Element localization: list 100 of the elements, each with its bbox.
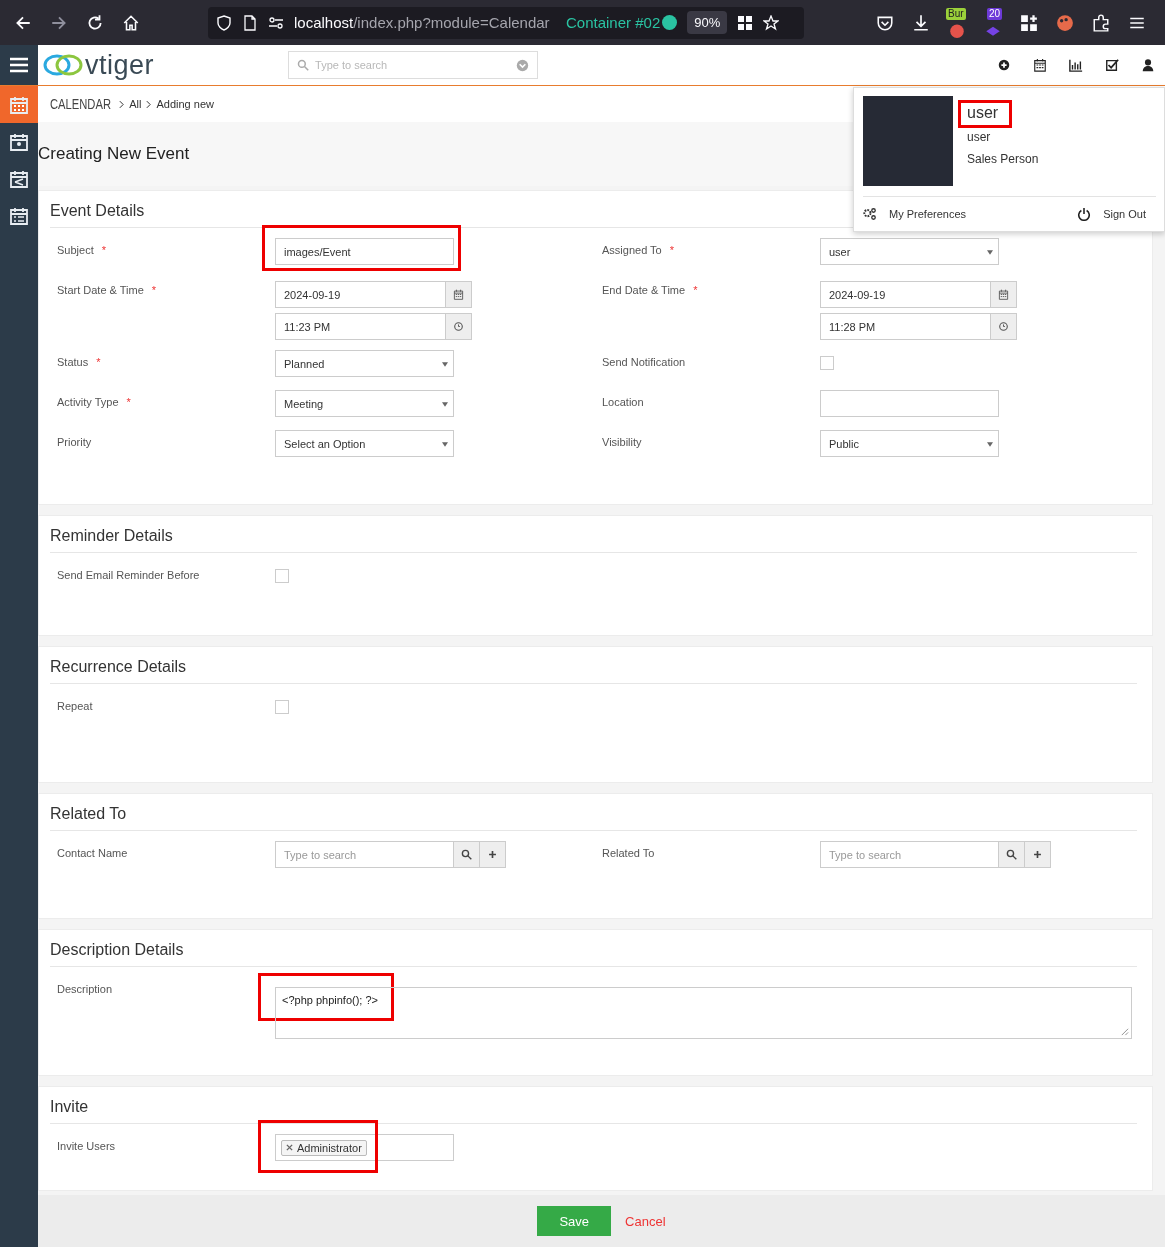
add-icon[interactable] [997, 58, 1011, 72]
calendar-icon [9, 205, 29, 226]
calendar-icon[interactable] [1033, 58, 1047, 72]
download-icon[interactable] [912, 13, 930, 32]
chevron-icon [119, 99, 125, 109]
date-field[interactable]: 2024-09-19 [275, 281, 446, 308]
page-title: Creating New Event [38, 144, 190, 164]
resize-grip-icon[interactable] [1120, 1027, 1129, 1036]
select-field[interactable]: Meeting [275, 390, 454, 417]
required-mark: * [96, 356, 101, 368]
calendar-icon [9, 168, 29, 189]
url-text: localhost/index.php?module=Calendar [294, 14, 551, 31]
preferences-link[interactable]: My Preferences [863, 207, 967, 221]
puzzle-icon[interactable] [1092, 13, 1110, 32]
invite-field[interactable]: Administrator [275, 1134, 454, 1161]
text-field[interactable]: images/Event [275, 238, 454, 265]
select-field[interactable]: user [820, 238, 999, 265]
clock-icon [453, 321, 464, 332]
palette-icon[interactable] [1056, 13, 1074, 32]
clock-button[interactable] [446, 313, 472, 340]
search-icon [297, 59, 310, 71]
menu-icon [9, 57, 29, 73]
breadcrumb-item[interactable]: All [129, 98, 142, 110]
calendar-icon [998, 289, 1009, 300]
section-title: Invite [50, 1087, 1137, 1124]
calendar-icon [9, 94, 29, 115]
search-icon [461, 849, 472, 860]
menu-button[interactable] [0, 45, 38, 85]
extension-badge: Bur [946, 7, 966, 20]
user-icon[interactable] [1141, 58, 1155, 72]
field-label: Location [602, 396, 644, 408]
zoom-button[interactable]: 90% [687, 11, 728, 34]
chevron-icon [146, 99, 152, 109]
required-mark: * [693, 284, 698, 296]
select-field[interactable]: Select an Option [275, 430, 454, 457]
clock-icon [998, 321, 1009, 332]
dropdown-arrow-icon [442, 362, 448, 367]
required-mark: * [126, 396, 131, 408]
time-field[interactable]: 11:23 PM [275, 313, 446, 340]
search-button[interactable] [454, 841, 480, 868]
extension-badge: 20 [987, 7, 1003, 20]
dropdown-arrow-icon [442, 442, 448, 447]
required-mark: * [151, 284, 157, 296]
select-field[interactable]: Planned [275, 350, 454, 377]
calendar-button[interactable] [991, 281, 1017, 308]
checkbox[interactable] [275, 700, 289, 714]
calendar-button[interactable] [446, 281, 472, 308]
date-field[interactable]: 2024-09-19 [820, 281, 991, 308]
select-field[interactable]: Public [820, 430, 999, 457]
power-icon [1077, 207, 1092, 221]
user-name: user [967, 104, 1000, 122]
search-icon [1006, 849, 1017, 860]
qr-code-icon[interactable] [737, 14, 754, 31]
bar-chart-icon[interactable] [1069, 58, 1083, 72]
description-field[interactable]: <?php phpinfo(); ?> [275, 987, 1132, 1039]
field-label: Activity Type [57, 396, 119, 408]
field-label: Send Email Reminder Before [57, 569, 200, 581]
field-label: End Date & Time [602, 284, 686, 296]
search-button[interactable] [999, 841, 1025, 868]
user-role: Sales Person [967, 152, 1039, 166]
user-tag[interactable]: Administrator [281, 1139, 367, 1156]
remove-icon[interactable] [286, 1144, 293, 1151]
checkbox-icon[interactable] [1105, 58, 1119, 72]
module-name[interactable]: CALENDAR [50, 96, 111, 112]
dropdown-arrow-icon [442, 402, 448, 407]
required-mark: * [101, 244, 106, 256]
field-label: Status [57, 356, 89, 368]
address-bar[interactable]: localhost/index.php?module=Calendar Container #02 90% [208, 6, 804, 39]
container-label: Container #02 [566, 14, 661, 31]
section-title: Recurrence Details [50, 647, 1137, 684]
field-label: Repeat [57, 700, 93, 712]
plus-icon [487, 849, 498, 860]
reload-icon[interactable] [86, 13, 104, 32]
star-icon[interactable] [763, 14, 780, 31]
home-icon[interactable] [122, 13, 140, 32]
field-label: Contact Name [57, 847, 128, 859]
time-field[interactable]: 11:28 PM [820, 313, 991, 340]
text-field[interactable] [820, 390, 999, 417]
clock-button[interactable] [991, 313, 1017, 340]
dropdown-arrow-icon [987, 442, 993, 447]
user-login: user [967, 130, 992, 144]
checkbox[interactable] [820, 356, 834, 370]
permissions-icon [268, 14, 284, 31]
section-title: Reminder Details [50, 516, 1137, 553]
required-mark: * [669, 244, 674, 256]
grid-icon[interactable] [1020, 13, 1038, 32]
gears-icon [863, 207, 877, 221]
breadcrumb-item[interactable]: Adding new [156, 98, 214, 110]
field-label: Invite Users [57, 1140, 116, 1152]
container-dot [662, 15, 678, 30]
logo-text: vtiger [85, 49, 155, 81]
page-icon [242, 14, 258, 31]
search-placeholder: Type to search [315, 59, 388, 71]
field-label: Visibility [602, 436, 642, 448]
checkbox[interactable] [275, 569, 289, 583]
section-title: Related To [50, 794, 1137, 831]
field-label: Subject [57, 244, 94, 256]
section-title: Description Details [50, 930, 1137, 967]
field-label: Assigned To [602, 244, 662, 256]
field-label: Related To [602, 847, 655, 859]
